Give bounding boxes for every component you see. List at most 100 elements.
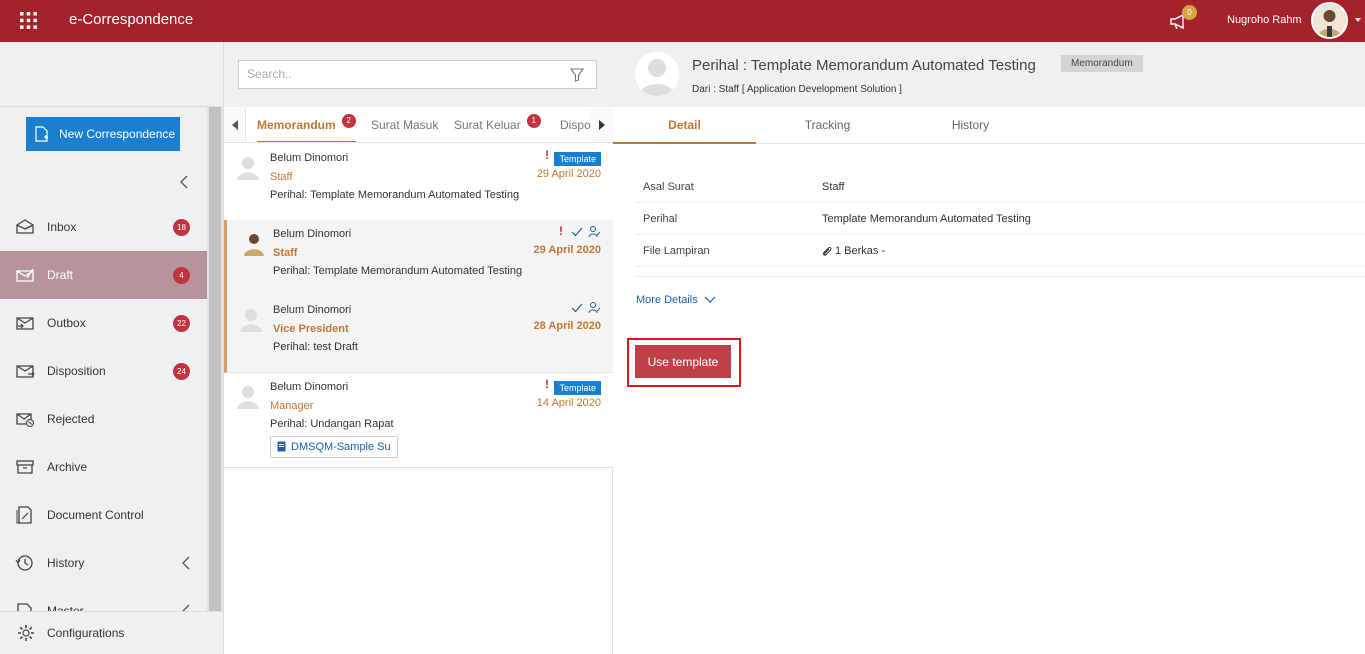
sidebar-item-label: Document Control: [47, 508, 144, 522]
chevron-down-icon: [704, 296, 716, 303]
sidebar: New Correspondence Inbox 18 Draft 4 Outb…: [0, 107, 207, 654]
user-edit-icon: [588, 302, 601, 314]
count-badge: 18: [173, 218, 190, 236]
sidebar-item-disposition[interactable]: Disposition 24: [0, 347, 207, 395]
collapse-sidebar-icon[interactable]: [178, 174, 190, 190]
sidebar-scrollbar[interactable]: [207, 107, 223, 612]
history-icon: [15, 555, 33, 571]
detail-tabs: Detail Tracking History: [613, 107, 1365, 144]
tab-history[interactable]: History: [899, 107, 1042, 144]
search-box[interactable]: [238, 60, 597, 89]
tab-label: Memorandum: [257, 118, 336, 132]
triangle-left-icon: [232, 120, 238, 130]
more-details-label: More Details: [636, 294, 698, 306]
default-avatar-icon: [237, 157, 259, 180]
sidebar-item-inbox[interactable]: Inbox 18: [0, 203, 207, 251]
detail-title: Perihal : Template Memorandum Automated …: [692, 57, 1036, 74]
sidebar-item-label: Disposition: [47, 364, 106, 378]
sender-role: Staff: [270, 171, 293, 183]
subject: Perihal: Template Memorandum Automated T…: [273, 265, 523, 277]
template-badge: Template: [554, 152, 601, 166]
attachment-link[interactable]: 1 Berkas -: [822, 245, 885, 257]
search-input[interactable]: [247, 67, 547, 81]
tab-badge: 1: [526, 114, 541, 128]
tabs-scroll-right[interactable]: [591, 107, 613, 142]
default-avatar-icon: [240, 309, 262, 332]
sender-role: Manager: [270, 400, 314, 412]
sender: Belum Dinomori: [273, 228, 352, 240]
field-label: File Lampiran: [643, 245, 710, 257]
scrollbar-thumb[interactable]: [209, 107, 221, 612]
user-name[interactable]: Nugroho Rahm: [1227, 14, 1302, 26]
sidebar-item-rejected[interactable]: Rejected: [0, 395, 207, 443]
important-icon: !: [559, 224, 563, 238]
sender-role: Staff: [273, 247, 298, 259]
user-menu-caret-icon[interactable]: [1355, 18, 1361, 22]
tab-surat-masuk[interactable]: Surat Masuk: [371, 107, 439, 142]
sidebar-item-outbox[interactable]: Outbox 22: [0, 299, 207, 347]
more-details-toggle[interactable]: More Details: [636, 294, 716, 306]
app-title: e-Correspondence: [69, 11, 194, 28]
tab-label: Surat Keluar: [454, 118, 521, 132]
info-row-perihal: Perihal Template Memorandum Automated Te…: [635, 203, 1365, 235]
count-badge: 22: [173, 314, 190, 332]
list-item[interactable]: Belum Dinomori Vice President Perihal: t…: [224, 296, 613, 373]
filter-icon[interactable]: [570, 68, 584, 82]
attachment-name: DMSQM-Sample Su: [291, 441, 391, 453]
field-value: Template Memorandum Automated Testing: [822, 213, 1031, 225]
sidebar-item-history[interactable]: History: [0, 539, 207, 587]
sidebar-item-label: Archive: [47, 460, 88, 474]
user-avatar: [241, 230, 267, 256]
date: 14 April 2020: [536, 397, 601, 409]
list-item[interactable]: Belum Dinomori Manager Perihal: Undangan…: [224, 373, 613, 468]
tabs-scroll-left[interactable]: [224, 107, 246, 142]
tab-label: Surat Masuk: [371, 118, 439, 132]
new-document-icon: [35, 126, 48, 142]
detail-panel: Perihal : Template Memorandum Automated …: [613, 42, 1365, 654]
tab-tracking[interactable]: Tracking: [756, 107, 899, 144]
sender-avatar: [635, 52, 679, 96]
field-value-text: Template Memorandum Automated Testing: [822, 213, 1031, 225]
inbox-icon: [16, 219, 34, 234]
configurations-item[interactable]: Configurations: [0, 611, 223, 654]
subject: Perihal: Undangan Rapat: [270, 418, 394, 430]
tab-detail[interactable]: Detail: [613, 107, 756, 144]
list-item[interactable]: Belum Dinomori Staff Perihal: Template M…: [224, 144, 613, 221]
info-row-file-lampiran: File Lampiran 1 Berkas -: [635, 235, 1365, 267]
info-row-spacer: [635, 267, 1365, 277]
use-template-button[interactable]: Use template: [635, 345, 731, 378]
sidebar-item-draft[interactable]: Draft 4: [0, 251, 207, 299]
app-grid-icon[interactable]: [20, 12, 37, 29]
field-label: Perihal: [643, 213, 678, 225]
tab-badge: 2: [341, 114, 356, 128]
default-avatar-icon: [237, 386, 259, 409]
sender-role: Vice President: [273, 323, 349, 335]
draft-icon: [16, 268, 34, 282]
subject: Perihal: test Draft: [273, 341, 358, 353]
tab-memorandum[interactable]: Memorandum 2: [257, 107, 356, 142]
disposition-icon: [16, 365, 35, 378]
attachment-chip[interactable]: DMSQM-Sample Su: [270, 436, 398, 458]
template-badge: Template: [554, 381, 601, 395]
field-value-text: 1 Berkas -: [835, 245, 886, 257]
tab-disposition[interactable]: Dispo: [560, 107, 591, 142]
detail-from: Dari : Staff [ Application Development S…: [692, 84, 902, 95]
sidebar-item-label: Rejected: [47, 412, 95, 426]
sidebar-item-archive[interactable]: Archive: [0, 443, 207, 491]
sender: Belum Dinomori: [270, 381, 349, 393]
new-correspondence-button[interactable]: New Correspondence: [26, 117, 180, 151]
tab-surat-keluar[interactable]: Surat Keluar 1: [454, 107, 541, 142]
user-avatar[interactable]: [1311, 2, 1348, 39]
important-icon: !: [545, 377, 549, 391]
rejected-icon: [16, 413, 35, 428]
sidebar-item-document-control[interactable]: Document Control: [0, 491, 207, 539]
count-badge: 4: [173, 266, 190, 284]
list-item[interactable]: Belum Dinomori Staff Perihal: Template M…: [224, 220, 613, 297]
date: 29 April 2020: [536, 168, 601, 180]
notification-badge: 0: [1182, 5, 1197, 20]
archive-icon: [16, 460, 34, 474]
top-bar: e-Correspondence 0 Nugroho Rahm: [0, 0, 1365, 42]
triangle-right-icon: [599, 120, 605, 130]
sender: Belum Dinomori: [270, 152, 349, 164]
type-chip: Memorandum: [1061, 55, 1143, 72]
